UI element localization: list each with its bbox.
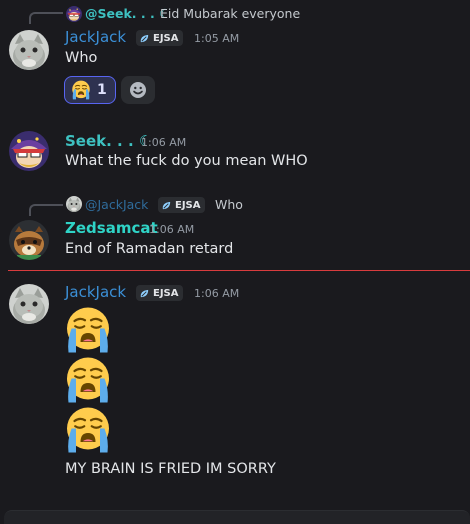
reaction-count: 1	[97, 82, 107, 98]
loudly-crying-face-icon[interactable]	[64, 356, 112, 404]
cat-avatar-icon	[9, 30, 49, 70]
leaf-icon	[139, 288, 150, 299]
cat-avatar-icon	[66, 196, 82, 212]
leaf-icon	[139, 33, 150, 44]
avatar[interactable]	[9, 284, 49, 324]
add-reaction-button[interactable]	[121, 76, 155, 104]
message-text: Who	[65, 50, 98, 66]
message-text: MY BRAIN IS FRIED IM SORRY	[65, 461, 276, 477]
reply-author[interactable]: @JackJack	[85, 197, 148, 212]
reply-avatar[interactable]	[66, 196, 82, 212]
message-1: @Seek. . . ☾ Eid Mubarak everyone JackJa…	[0, 0, 470, 110]
timestamp[interactable]: 1:05 AM	[194, 32, 239, 45]
wizard-avatar-icon	[66, 6, 82, 22]
timestamp[interactable]: 1:06 AM	[141, 136, 186, 149]
add-reaction-smiley-icon	[130, 82, 146, 98]
avatar[interactable]	[9, 220, 49, 260]
avatar[interactable]	[9, 131, 49, 171]
cat-avatar-icon	[9, 284, 49, 324]
guild-tag-label: EJSA	[153, 287, 179, 299]
message-2: Seek. . . ☾ 1:06 AM What the fuck do you…	[0, 125, 470, 185]
author-name[interactable]: JackJack	[65, 283, 126, 301]
wizard-avatar-icon	[9, 131, 49, 171]
reply-preview-text[interactable]: Who	[215, 197, 243, 212]
loudly-crying-face-icon	[71, 80, 91, 100]
reply-connector	[29, 12, 63, 24]
message-3: @JackJack EJSA Who Zedsamcat 1:06 AM End…	[0, 192, 470, 267]
timestamp[interactable]: 1:06 AM	[149, 223, 194, 236]
message-text: What the fuck do you mean WHO	[65, 153, 308, 169]
guild-tag-label: EJSA	[175, 199, 201, 211]
guild-tag-label: EJSA	[153, 32, 179, 44]
message-4: JackJack EJSA 1:06 AM MY BRAIN IS FRIED …	[0, 278, 470, 493]
reaction-button[interactable]: 1	[64, 76, 116, 104]
reply-connector	[29, 204, 63, 216]
new-messages-divider	[8, 270, 470, 271]
reply-author[interactable]: @Seek. . . ☾	[85, 6, 170, 21]
author-name[interactable]: Zedsamcat	[65, 219, 158, 237]
raccoon-avatar-icon	[9, 220, 49, 260]
avatar[interactable]	[9, 30, 49, 70]
guild-tag[interactable]: EJSA	[136, 285, 183, 301]
timestamp[interactable]: 1:06 AM	[194, 287, 239, 300]
leaf-icon	[161, 200, 172, 211]
message-input[interactable]	[4, 510, 470, 524]
loudly-crying-face-icon[interactable]	[64, 406, 112, 454]
guild-tag[interactable]: EJSA	[136, 30, 183, 46]
loudly-crying-face-icon[interactable]	[64, 306, 112, 354]
message-text: End of Ramadan retard	[65, 241, 234, 257]
reply-avatar[interactable]	[66, 6, 82, 22]
reply-guild-tag: EJSA	[158, 197, 205, 213]
author-name[interactable]: Seek. . . ☾	[65, 132, 152, 150]
author-name[interactable]: JackJack	[65, 28, 126, 46]
reply-preview-text[interactable]: Eid Mubarak everyone	[160, 6, 300, 21]
